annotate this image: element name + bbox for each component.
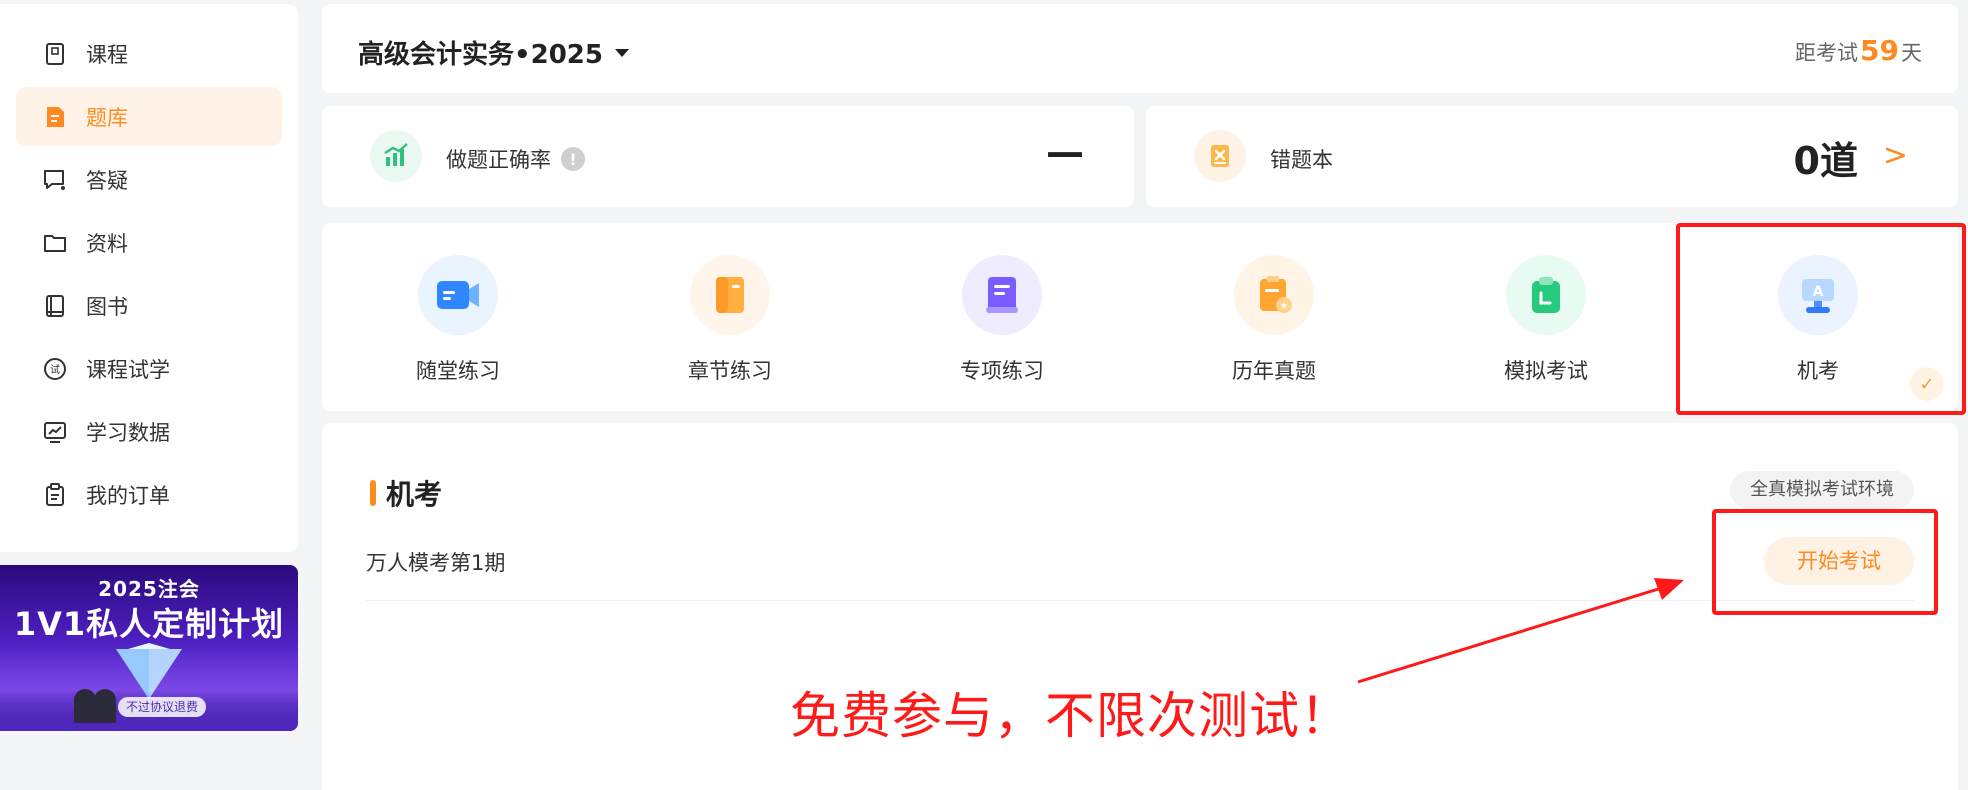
mode-special-practice[interactable]: 专项练习 (866, 223, 1138, 411)
exam-name: 万人模考第1期 (366, 551, 506, 575)
mode-label: 模拟考试 (1504, 359, 1588, 383)
qa-icon (42, 167, 68, 193)
mode-mock-exam[interactable]: 模拟考试 (1410, 223, 1682, 411)
sidebar-item-study-data[interactable]: 学习数据 (16, 402, 282, 461)
countdown-days: 59 (1860, 34, 1899, 67)
computer-exam-icon: A (1778, 255, 1858, 335)
sidebar-item-label: 资料 (86, 231, 128, 256)
env-tag: 全真模拟考试环境 (1730, 471, 1914, 509)
section-accent-bar (370, 480, 376, 506)
wrong-book-label: 错题本 (1270, 148, 1333, 172)
svg-text:A: A (1813, 284, 1824, 300)
trial-icon: 试 (42, 356, 68, 382)
mode-label: 历年真题 (1232, 359, 1316, 383)
sidebar-item-materials[interactable]: 资料 (16, 213, 282, 272)
promo-banner[interactable]: 2025注会 1V1私人定制计划 不过协议退费 (0, 565, 298, 731)
sidebar-item-label: 答疑 (86, 168, 128, 193)
section-title: 机考 (386, 478, 443, 511)
chevron-right-icon[interactable]: > (1883, 138, 1908, 173)
countdown-suffix: 天 (1901, 41, 1922, 65)
accuracy-chart-icon (370, 130, 422, 182)
info-icon[interactable]: ! (561, 147, 585, 171)
svg-text:★: ★ (1280, 301, 1289, 312)
section-title-row: 机考 (370, 473, 442, 513)
mock-exam-icon (1506, 255, 1586, 335)
banner-year: 2025注会 (98, 577, 200, 601)
mode-label: 专项练习 (960, 359, 1044, 383)
sidebar-item-course[interactable]: 课程 (16, 24, 282, 83)
sidebar-item-label: 图书 (86, 294, 128, 319)
sidebar-item-trial[interactable]: 试 课程试学 (16, 339, 282, 398)
caret-down-icon (614, 48, 629, 57)
sidebar-item-orders[interactable]: 我的订单 (16, 465, 282, 524)
accuracy-card: 做题正确率 ! — (322, 106, 1134, 207)
countdown-prefix: 距考试 (1795, 41, 1859, 65)
mode-label: 章节练习 (688, 359, 772, 383)
mode-in-class-practice[interactable]: 随堂练习 (322, 223, 594, 411)
banner-person (94, 689, 116, 723)
folder-icon (42, 230, 68, 256)
clipboard-icon (42, 482, 68, 508)
accuracy-label-row: 做题正确率 ! (446, 144, 585, 174)
sidebar-item-label: 课程 (86, 42, 128, 67)
sidebar-item-qa[interactable]: 答疑 (16, 150, 282, 209)
data-chart-icon (42, 419, 68, 445)
mode-label: 随堂练习 (416, 359, 500, 383)
mode-chapter-practice[interactable]: 章节练习 (594, 223, 866, 411)
mode-past-exams[interactable]: ★ 历年真题 (1138, 223, 1410, 411)
sidebar-item-question-bank[interactable]: 题库 (16, 87, 282, 146)
chapter-book-icon (690, 255, 770, 335)
svg-text:试: 试 (50, 363, 60, 376)
banner-tag: 不过协议退费 (118, 697, 207, 717)
accuracy-value: — (1046, 130, 1084, 174)
exam-countdown: 距考试 59 天 (1795, 34, 1922, 67)
mode-computer-exam[interactable]: A 机考 ✓ (1682, 223, 1954, 411)
sidebar-item-label: 我的订单 (86, 483, 170, 508)
sidebar-item-label: 学习数据 (86, 420, 170, 445)
banner-person (74, 689, 96, 723)
accuracy-label: 做题正确率 (446, 148, 551, 172)
course-icon (42, 41, 68, 67)
question-bank-icon (42, 104, 68, 130)
book-icon (42, 293, 68, 319)
wrong-book-icon (1194, 130, 1246, 182)
course-selector[interactable]: 高级会计实务•2025 (358, 34, 629, 71)
header-card: 高级会计实务•2025 距考试 59 天 (322, 4, 1958, 93)
wrong-book-card[interactable]: 错题本 0道 > (1146, 106, 1958, 207)
practice-modes: 随堂练习 章节练习 专项练习 ★ 历年真题 模拟考试 A 机考 ✓ (322, 223, 1958, 411)
start-exam-button[interactable]: 开始考试 (1764, 537, 1914, 585)
sidebar: 课程 题库 答疑 资料 图书 试 课程试学 学习数据 我的订单 (0, 4, 298, 552)
check-icon: ✓ (1910, 367, 1944, 401)
sidebar-item-books[interactable]: 图书 (16, 276, 282, 335)
sidebar-item-label: 课程试学 (86, 357, 170, 382)
past-exam-icon: ★ (1234, 255, 1314, 335)
course-title: 高级会计实务•2025 (358, 40, 603, 70)
special-doc-icon (962, 255, 1042, 335)
annotation-text: 免费参与，不限次测试！ (790, 687, 1351, 745)
sidebar-item-label: 题库 (86, 105, 128, 130)
video-practice-icon (418, 255, 498, 335)
wrong-book-value: 0道 (1793, 139, 1858, 183)
exam-row: 万人模考第1期 开始考试 (366, 519, 1914, 601)
banner-title: 1V1私人定制计划 (13, 605, 285, 643)
